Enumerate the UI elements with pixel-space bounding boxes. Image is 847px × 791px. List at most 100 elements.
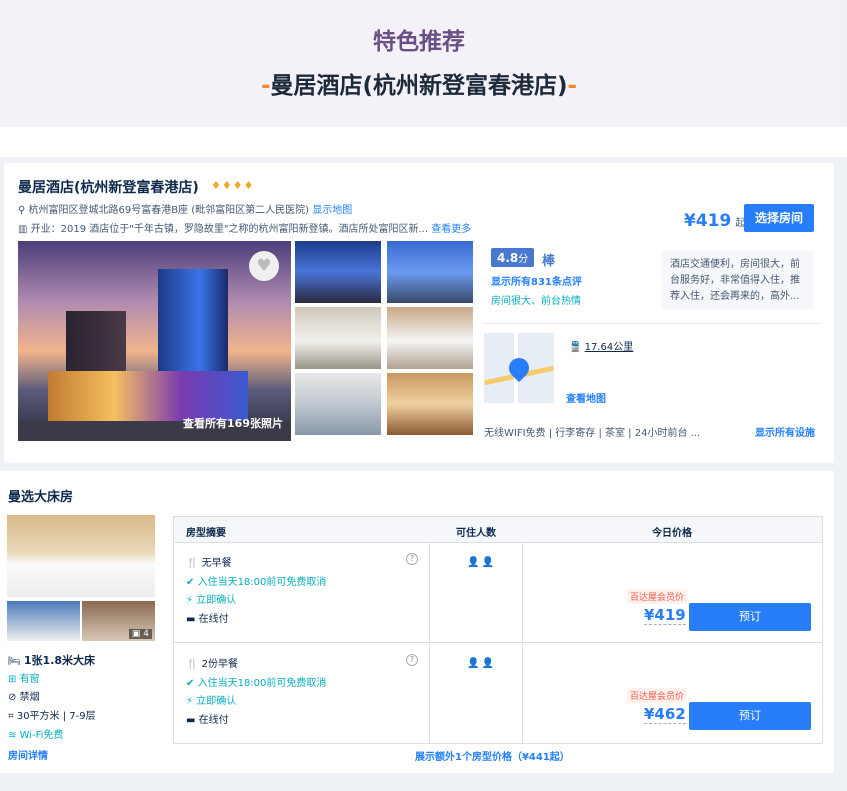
max-guests-icon: 👤👤 xyxy=(467,557,496,568)
max-guests-icon: 👤👤 xyxy=(467,658,496,669)
star-rating: ♦♦♦♦ xyxy=(211,179,255,192)
room-photo-thumb[interactable]: ▣ 4 xyxy=(82,601,155,641)
photo-thumb-twin-room[interactable] xyxy=(295,307,381,369)
payment-text: 在线付 xyxy=(198,715,229,726)
map-thumbnail[interactable] xyxy=(484,333,554,403)
all-reviews-link[interactable]: 显示所有831条点评 xyxy=(491,273,582,288)
all-photos-link[interactable]: 查看所有169张照片 xyxy=(183,415,283,431)
lightning-icon: ⚡ xyxy=(186,595,194,606)
photo-shape xyxy=(48,371,248,421)
hotel-price-value: ¥419 xyxy=(684,211,732,231)
divider xyxy=(522,644,523,744)
score-unit: 分 xyxy=(518,254,529,265)
meal-text: 无早餐 xyxy=(201,558,232,569)
card-icon: ▬ xyxy=(186,614,196,625)
rate-price: ¥419 xyxy=(644,606,686,625)
more-rates-link[interactable]: 展示额外1个房型价格（¥441起） xyxy=(415,748,570,763)
recommend-banner: 特色推荐 -曼居酒店(杭州新登富春港店)- xyxy=(0,0,838,127)
room-photo-main[interactable] xyxy=(7,515,155,597)
cancel-policy: ✔ 入住当天18:00前可免费取消 xyxy=(186,573,326,588)
hotel-address: ⚲ 杭州富阳区登城北路69号富春港B座 (毗邻富阳区第二人民医院) 显示地图 xyxy=(18,201,352,216)
header-price: 今日价格 xyxy=(652,528,692,539)
check-circle-icon: ✔ xyxy=(186,577,195,588)
building-icon: ▥ xyxy=(18,224,28,235)
see-more-link[interactable]: 查看更多 xyxy=(431,224,471,235)
bed-icon: 🛏 xyxy=(8,656,21,667)
room-photo-thumb[interactable] xyxy=(7,601,80,641)
header-summary: 房型摘要 xyxy=(186,528,226,539)
meal-info: 🍴 无早餐 xyxy=(186,554,232,569)
hotel-name[interactable]: 曼居酒店(杭州新登富春港店) xyxy=(18,177,199,197)
room-card: 曼选大床房 ▣ 4 🛏 1张1.8米大床 ⊞ 有窗 ⊘ 禁烟 ⌗ 30平方米 |… xyxy=(0,471,834,773)
photo-thumb-restaurant[interactable] xyxy=(295,373,381,435)
window-icon: ⊞ xyxy=(8,674,17,685)
rate-table-header: 房型摘要 可住人数 今日价格 xyxy=(174,517,822,543)
score-word: 棒 xyxy=(542,254,556,269)
room-type-title: 曼选大床房 xyxy=(8,490,74,505)
payment-type: ▬ 在线付 xyxy=(186,711,229,726)
rate-row: 🍴 2份早餐 ? ✔ 入住当天18:00前可免费取消 ⚡ 立即确认 ▬ 在线付 … xyxy=(174,644,822,744)
bed-text: 1张1.8米大床 xyxy=(23,654,96,667)
select-room-button[interactable]: 选择房间 xyxy=(744,204,814,232)
help-icon[interactable]: ? xyxy=(406,654,418,666)
photo-thumb-night-tower[interactable] xyxy=(295,241,381,303)
cutlery-icon: 🍴 xyxy=(186,659,199,670)
meal-text: 2份早餐 xyxy=(201,659,239,670)
rate-row: 🍴 无早餐 ? ✔ 入住当天18:00前可免费取消 ⚡ 立即确认 ▬ 在线付 👤… xyxy=(174,543,822,643)
instant-confirm: ⚡ 立即确认 xyxy=(186,591,236,606)
bed-info: 🛏 1张1.8米大床 xyxy=(8,652,95,668)
header-guests: 可住人数 xyxy=(456,528,496,539)
check-circle-icon: ✔ xyxy=(186,678,195,689)
area-icon: ⌗ xyxy=(8,711,14,722)
photo-thumb-tower-blue[interactable] xyxy=(387,241,473,303)
member-price-badge: 百达屋会员价 xyxy=(627,589,688,604)
hotel-main-photo[interactable]: ♥ 查看所有169张照片 xyxy=(18,241,291,441)
facilities-list: 无线WIFI免费 | 行李寄存 | 茶室 | 24小时前台 ... xyxy=(484,428,701,439)
review-snippet: 酒店交通便利，房间很大，前台服务好，非常值得入住，推荐入住，还会再来的，高外..… xyxy=(662,251,814,309)
photo-count-badge: ▣ 4 xyxy=(128,629,152,639)
banner-hotel-name: -曼居酒店(杭州新登富春港店)- xyxy=(0,66,838,100)
book-button[interactable]: 预订 xyxy=(689,702,811,730)
divider xyxy=(429,543,430,643)
favorite-heart-icon[interactable]: ♥ xyxy=(249,251,279,281)
help-icon[interactable]: ? xyxy=(406,553,418,565)
window-text: 有窗 xyxy=(19,674,40,685)
room-details-link[interactable]: 房间详情 xyxy=(8,747,48,762)
hotel-price: ¥419 起 xyxy=(684,211,745,231)
confirm-text: 立即确认 xyxy=(196,595,237,606)
smoking-text: 禁烟 xyxy=(19,692,40,703)
photo-count: 4 xyxy=(143,629,149,639)
card-icon: ▬ xyxy=(186,715,196,726)
score-badge: 4.8分 xyxy=(491,248,535,267)
wifi-text: Wi-Fi免费 xyxy=(19,730,64,741)
divider xyxy=(429,644,430,744)
view-map-link[interactable]: 查看地图 xyxy=(566,390,606,405)
window-info: ⊞ 有窗 xyxy=(8,670,40,685)
area-text: 30平方米 | 7-9层 xyxy=(16,711,96,722)
lightning-icon: ⚡ xyxy=(186,696,194,707)
payment-type: ▬ 在线付 xyxy=(186,610,229,625)
wifi-info: ≋ Wi-Fi免费 xyxy=(8,726,63,741)
instant-confirm: ⚡ 立即确认 xyxy=(186,692,236,707)
show-facilities-link[interactable]: 显示所有设施 xyxy=(755,424,815,439)
area-info: ⌗ 30平方米 | 7-9层 xyxy=(8,707,96,722)
divider xyxy=(522,543,523,643)
photo-thumb-bed-room[interactable] xyxy=(387,307,473,369)
book-button[interactable]: 预订 xyxy=(689,603,811,631)
meal-info: 🍴 2份早餐 xyxy=(186,655,238,670)
show-map-link[interactable]: 显示地图 xyxy=(312,205,352,216)
address-text: 杭州富阳区登城北路69号富春港B座 (毗邻富阳区第二人民医院) xyxy=(28,205,310,216)
cancel-text[interactable]: 入住当天18:00前可免费取消 xyxy=(198,577,327,588)
metro-distance-value[interactable]: 17.64公里 xyxy=(585,342,634,353)
divider xyxy=(484,323,820,324)
location-pin-icon: ⚲ xyxy=(18,205,26,216)
score-value: 4.8 xyxy=(497,251,519,265)
payment-text: 在线付 xyxy=(198,614,229,625)
image-icon: ▣ xyxy=(131,629,141,639)
hotel-card: 曼居酒店(杭州新登富春港店) ♦♦♦♦ ⚲ 杭州富阳区登城北路69号富春港B座 … xyxy=(4,163,834,463)
cancel-text[interactable]: 入住当天18:00前可免费取消 xyxy=(198,678,327,689)
hotel-intro: ▥ 开业：2019 酒店位于"千年古镇，罗隐故里"之称的杭州富阳新登镇。酒店所处… xyxy=(18,220,471,235)
member-price-badge: 百达屋会员价 xyxy=(627,688,688,703)
no-smoking-icon: ⊘ xyxy=(8,692,17,703)
photo-thumb-buffet[interactable] xyxy=(387,373,473,435)
